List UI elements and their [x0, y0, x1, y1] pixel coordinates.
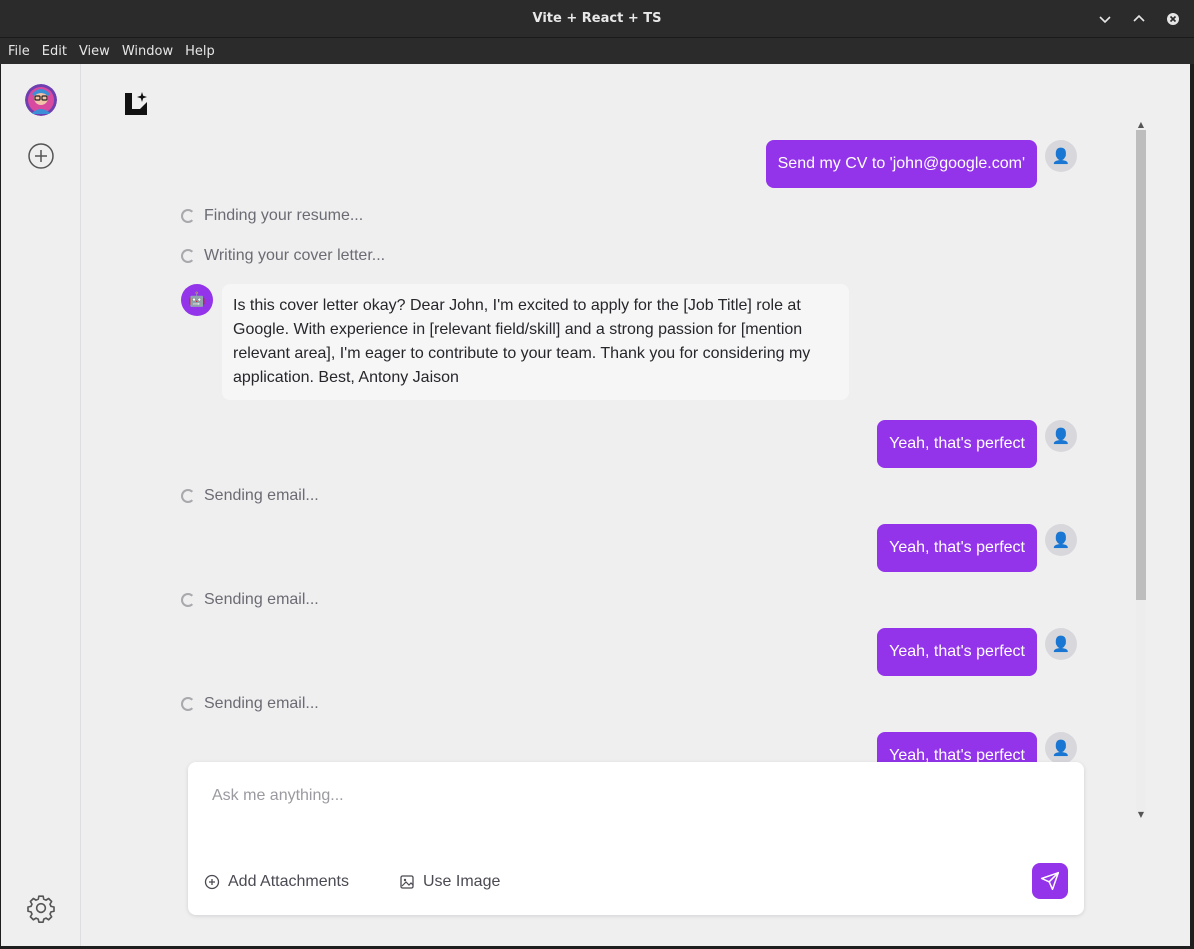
scroll-thumb[interactable] [1136, 130, 1146, 600]
user-message: Yeah, that's perfect [877, 524, 1037, 572]
bot-avatar: 🤖 [181, 284, 213, 316]
logo-icon [125, 92, 147, 115]
image-icon [400, 875, 414, 889]
scroll-up-arrow[interactable]: ▲ [1136, 120, 1146, 130]
chat-thread[interactable]: Send my CV to 'john@google.com' 👤 Findin… [91, 120, 1147, 823]
plus-circle-icon [204, 874, 220, 890]
maximize-button[interactable] [1129, 9, 1149, 29]
window-title: Vite + React + TS [532, 11, 662, 26]
minimize-button[interactable] [1095, 9, 1115, 29]
user-icon: 👤 [1051, 147, 1071, 165]
bot-message: Is this cover letter okay? Dear John, I'… [222, 284, 849, 400]
status-text: Sending email... [204, 487, 319, 504]
scroll-down-arrow[interactable]: ▼ [1136, 810, 1146, 820]
spinner-icon [181, 593, 195, 607]
app-logo [123, 91, 149, 117]
user-icon: 👤 [1051, 427, 1071, 445]
settings-button[interactable] [26, 893, 56, 923]
status-line: Sending email... [181, 693, 319, 715]
sidebar [1, 64, 81, 946]
menu-window[interactable]: Window [116, 44, 179, 59]
menu-bar: File Edit View Window Help [0, 38, 1194, 64]
status-line: Writing your cover letter... [181, 245, 385, 267]
message-input[interactable] [200, 774, 1060, 818]
status-line: Sending email... [181, 589, 319, 611]
close-icon [1167, 13, 1179, 25]
send-button[interactable] [1032, 863, 1068, 899]
send-icon [1040, 871, 1060, 891]
spinner-icon [181, 249, 195, 263]
add-attachments-label: Add Attachments [228, 873, 349, 890]
robot-icon: 🤖 [188, 292, 206, 308]
user-icon: 👤 [1051, 635, 1071, 653]
user-avatar: 👤 [1045, 628, 1077, 660]
spinner-icon [181, 209, 195, 223]
plus-circle-icon [28, 143, 54, 169]
use-image-button[interactable]: Use Image [399, 870, 500, 894]
gear-icon [27, 895, 55, 923]
chevron-up-icon [1133, 14, 1145, 22]
user-message: Send my CV to 'john@google.com' [765, 140, 1037, 188]
profile-avatar-image [25, 84, 57, 116]
user-icon: 👤 [1051, 739, 1071, 757]
menu-edit[interactable]: Edit [36, 44, 73, 59]
menu-help[interactable]: Help [179, 44, 221, 59]
user-avatar: 👤 [1045, 732, 1077, 764]
spinner-icon [181, 697, 195, 711]
user-avatar: 👤 [1045, 420, 1077, 452]
user-icon: 👤 [1051, 531, 1071, 549]
user-message: Yeah, that's perfect [877, 420, 1037, 468]
user-avatar: 👤 [1045, 140, 1077, 172]
status-text: Finding your resume... [204, 207, 364, 224]
status-text: Writing your cover letter... [204, 247, 386, 264]
profile-avatar[interactable] [25, 84, 57, 116]
use-image-label: Use Image [423, 873, 501, 890]
status-line: Finding your resume... [181, 205, 363, 227]
status-text: Sending email... [204, 591, 319, 608]
menu-file[interactable]: File [2, 44, 36, 59]
spinner-icon [181, 489, 195, 503]
menu-view[interactable]: View [73, 44, 116, 59]
status-line: Sending email... [181, 485, 319, 507]
chevron-down-icon [1099, 16, 1111, 24]
new-chat-button[interactable] [27, 142, 55, 170]
add-attachments-button[interactable]: Add Attachments [204, 870, 349, 894]
title-bar: Vite + React + TS [0, 0, 1194, 38]
message-composer: Add Attachments Use Image [188, 762, 1084, 915]
close-button[interactable] [1163, 9, 1183, 29]
user-avatar: 👤 [1045, 524, 1077, 556]
app-window: Send my CV to 'john@google.com' 👤 Findin… [1, 64, 1190, 946]
user-message: Yeah, that's perfect [877, 628, 1037, 676]
status-text: Sending email... [204, 695, 319, 712]
chat-scrollbar[interactable]: ▲ ▼ [1135, 120, 1147, 822]
